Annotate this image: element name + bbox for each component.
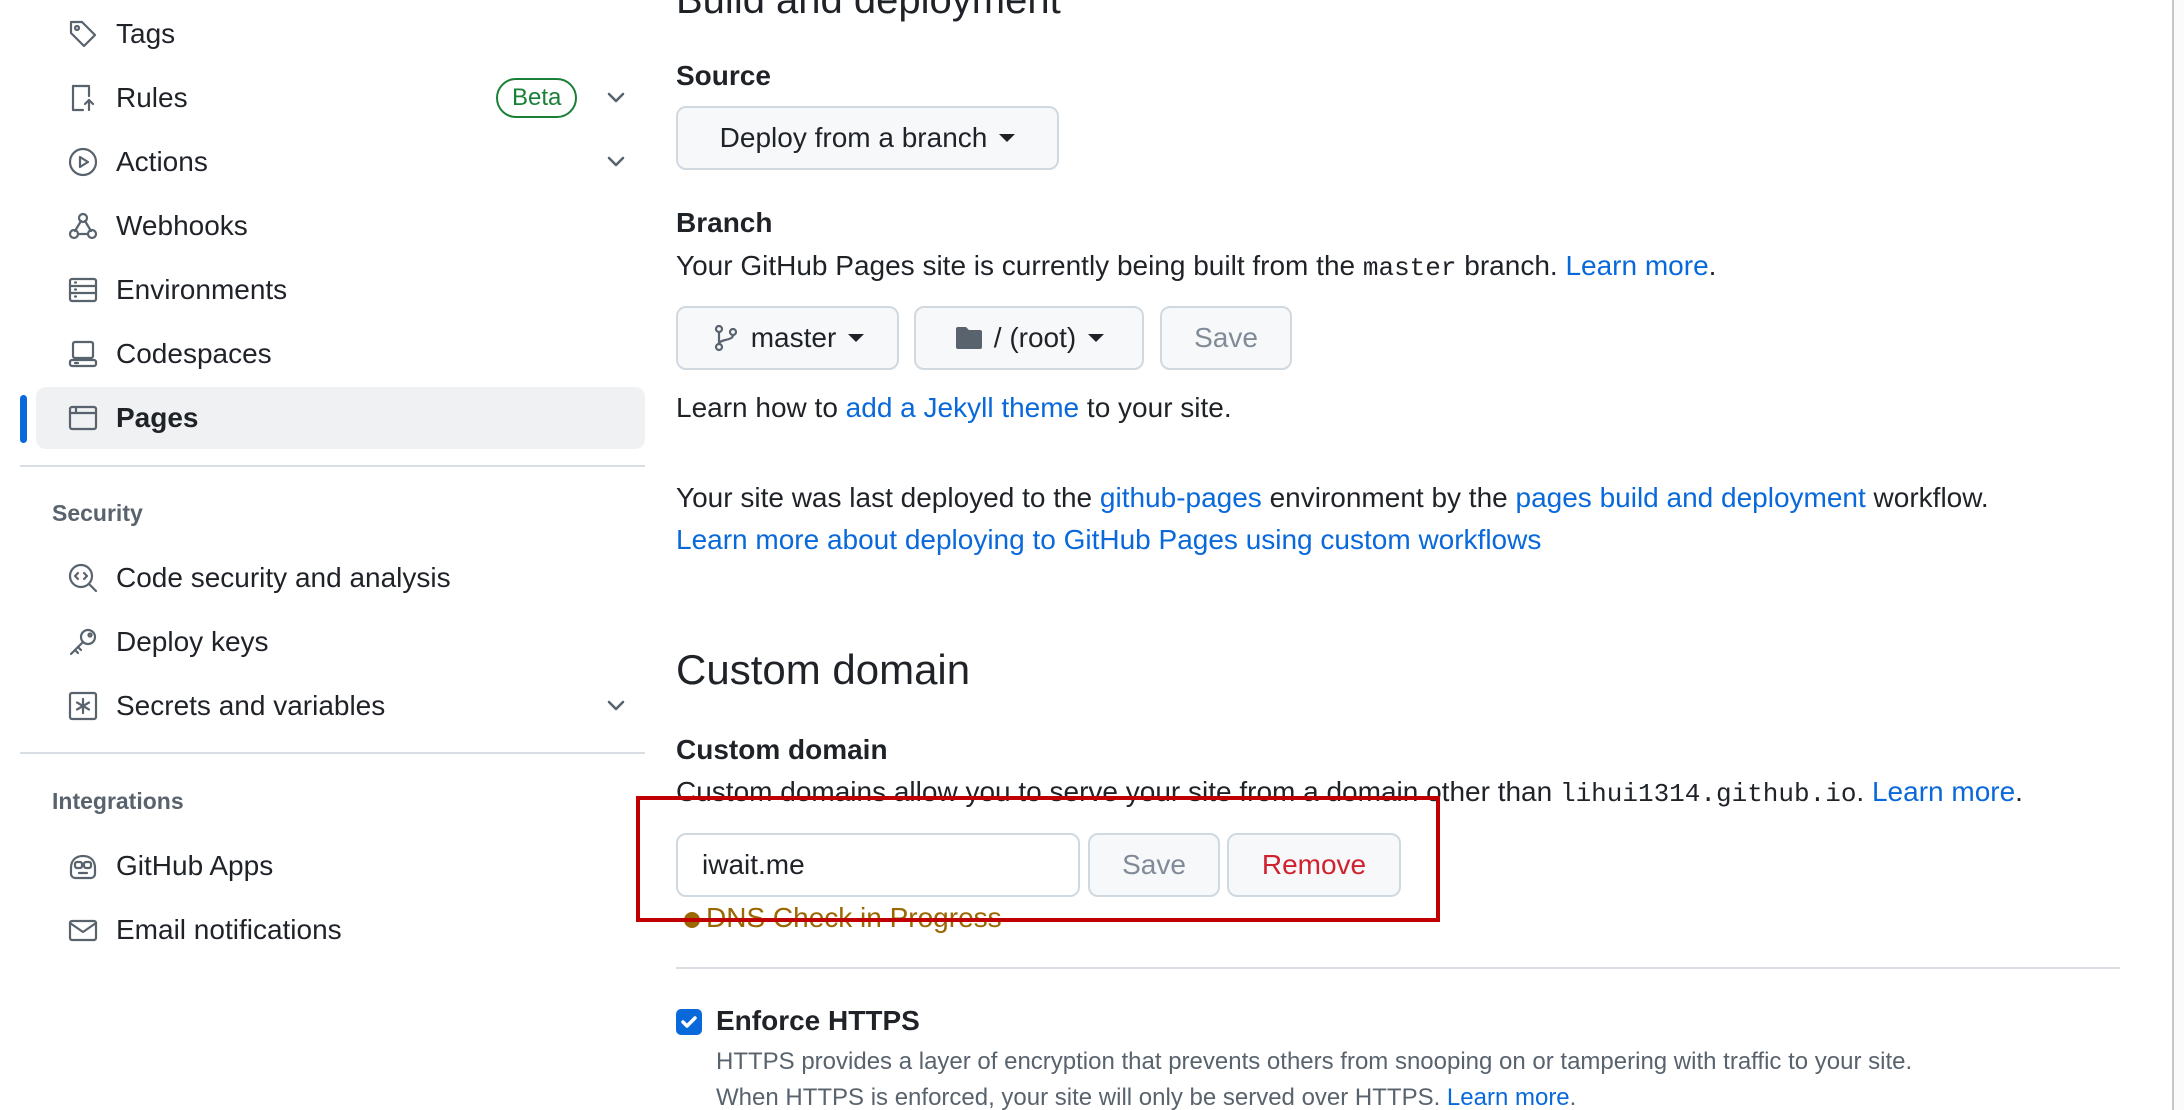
mail-icon bbox=[66, 913, 100, 947]
deploy-info: Your site was last deployed to the githu… bbox=[676, 482, 1989, 514]
chevron-down-icon[interactable] bbox=[601, 691, 631, 721]
branch-code: master bbox=[1362, 253, 1457, 283]
sidebar-item-label: Environments bbox=[116, 274, 288, 305]
sidebar-item-label: GitHub Apps bbox=[116, 850, 274, 881]
folder-select-button[interactable]: / (root) bbox=[914, 306, 1144, 370]
chevron-down-icon[interactable] bbox=[601, 147, 631, 177]
tag-icon bbox=[66, 17, 100, 51]
https-description-text: When HTTPS is enforced, your site will o… bbox=[716, 1084, 1447, 1110]
caret-down-icon bbox=[1088, 334, 1105, 342]
annotation-highlight-box bbox=[636, 796, 1440, 922]
checkmark-icon bbox=[681, 1016, 697, 1028]
sidebar-item-deploy-keys[interactable]: Deploy keys bbox=[36, 611, 645, 673]
domain-code: lihui1314.github.io bbox=[1559, 779, 1857, 809]
https-description-line1: HTTPS provides a layer of encryption tha… bbox=[716, 1048, 1913, 1075]
sidebar-item-label: Deploy keys bbox=[116, 626, 269, 657]
section-title-security: Security bbox=[52, 500, 143, 526]
sidebar-item-tags[interactable]: Tags bbox=[36, 3, 645, 65]
codespaces-icon bbox=[66, 337, 100, 371]
chevron-down-icon[interactable] bbox=[601, 83, 631, 113]
sidebar-item-rules[interactable]: Rules Beta bbox=[36, 67, 645, 129]
source-label: Source bbox=[676, 60, 771, 91]
folder-icon bbox=[955, 327, 982, 349]
copilot-app-icon bbox=[66, 849, 100, 883]
period: . bbox=[1708, 250, 1717, 281]
custom-domain-description-text: . bbox=[1856, 776, 1872, 807]
sidebar-item-codespaces[interactable]: Codespaces bbox=[36, 323, 645, 385]
workflow-link[interactable]: pages build and deployment bbox=[1516, 482, 1866, 513]
custom-domain-heading: Custom domain bbox=[676, 646, 971, 693]
enforce-https-checkbox[interactable] bbox=[676, 1009, 702, 1035]
period: . bbox=[1569, 1084, 1577, 1110]
asterisk-icon bbox=[66, 689, 100, 723]
sidebar-item-secrets[interactable]: Secrets and variables bbox=[36, 675, 645, 737]
sidebar-item-webhooks[interactable]: Webhooks bbox=[36, 195, 645, 257]
deploy-info-text: workflow. bbox=[1865, 482, 1989, 513]
key-icon bbox=[66, 625, 100, 659]
active-indicator bbox=[20, 395, 27, 443]
git-branch-icon bbox=[714, 324, 737, 352]
rules-icon bbox=[66, 81, 100, 115]
divider bbox=[676, 967, 2120, 969]
sidebar-item-label: Secrets and variables bbox=[116, 690, 386, 721]
sidebar-item-label: Rules bbox=[116, 82, 188, 113]
branch-label: Branch bbox=[676, 207, 773, 238]
divider bbox=[20, 465, 645, 467]
jekyll-text: Learn how to add a Jekyll theme to your … bbox=[676, 392, 1232, 424]
https-learn-more-link[interactable]: Learn more bbox=[1447, 1084, 1570, 1110]
sidebar-item-label: Email notifications bbox=[116, 914, 342, 945]
github-pages-env-link[interactable]: github-pages bbox=[1100, 482, 1262, 513]
custom-domain-learn-more-link[interactable]: Learn more bbox=[1872, 776, 2015, 807]
browser-icon bbox=[66, 401, 100, 435]
deploy-info-text: Your site was last deployed to the bbox=[676, 482, 1100, 513]
jekyll-text-prefix: Learn how to bbox=[676, 392, 846, 423]
sidebar-item-label: Code security and analysis bbox=[116, 562, 451, 593]
section-title-integrations: Integrations bbox=[52, 788, 184, 814]
branch-save-button[interactable]: Save bbox=[1160, 306, 1292, 370]
sidebar-item-code-security[interactable]: Code security and analysis bbox=[36, 547, 645, 609]
sidebar-item-label: Codespaces bbox=[116, 338, 272, 369]
jekyll-theme-link[interactable]: add a Jekyll theme bbox=[846, 392, 1079, 423]
pages-settings-main: Build and deployment Source Deploy from … bbox=[676, 0, 2120, 1110]
scrollbar[interactable] bbox=[2172, 0, 2184, 1110]
caret-down-icon bbox=[848, 334, 865, 342]
source-dropdown[interactable]: Deploy from a branch bbox=[676, 106, 1059, 170]
sidebar-item-label: Tags bbox=[116, 18, 176, 49]
https-description-line2: When HTTPS is enforced, your site will o… bbox=[716, 1084, 1576, 1110]
build-deployment-heading: Build and deployment bbox=[676, 0, 1061, 22]
deploy-info-text: environment by the bbox=[1261, 482, 1516, 513]
custom-workflows-link[interactable]: Learn more about deploying to GitHub Pag… bbox=[676, 524, 1541, 556]
codescan-icon bbox=[66, 561, 100, 595]
enforce-https-label[interactable]: Enforce HTTPS bbox=[716, 1005, 920, 1037]
branch-select-value: master bbox=[750, 322, 837, 353]
sidebar-item-actions[interactable]: Actions bbox=[36, 131, 645, 193]
sidebar-item-label: Webhooks bbox=[116, 210, 248, 241]
sidebar-item-environments[interactable]: Environments bbox=[36, 259, 645, 321]
folder-select-value: / (root) bbox=[993, 322, 1077, 353]
server-icon bbox=[66, 273, 100, 307]
settings-sidebar: Tags Rules Beta Actions Webhooks Environ… bbox=[20, 0, 645, 1110]
branch-learn-more-link[interactable]: Learn more bbox=[1565, 250, 1708, 281]
custom-domain-label: Custom domain bbox=[676, 734, 888, 765]
sidebar-item-pages[interactable]: Pages bbox=[36, 387, 645, 449]
sidebar-item-label: Pages bbox=[116, 402, 199, 433]
branch-description-text: Your GitHub Pages site is currently bein… bbox=[676, 250, 1363, 281]
divider bbox=[20, 752, 645, 754]
webhook-icon bbox=[66, 209, 100, 243]
caret-down-icon bbox=[999, 134, 1016, 142]
beta-badge: Beta bbox=[496, 78, 578, 118]
branch-description-text: branch. bbox=[1456, 250, 1566, 281]
branch-description: Your GitHub Pages site is currently bein… bbox=[676, 250, 1716, 283]
source-dropdown-value: Deploy from a branch bbox=[719, 122, 988, 153]
branch-select-button[interactable]: master bbox=[676, 306, 899, 370]
play-circle-icon bbox=[66, 145, 100, 179]
sidebar-item-github-apps[interactable]: GitHub Apps bbox=[36, 835, 645, 897]
sidebar-item-label: Actions bbox=[116, 146, 208, 177]
jekyll-text-suffix: to your site. bbox=[1079, 392, 1232, 423]
period: . bbox=[2015, 776, 2023, 807]
sidebar-item-email-notifications[interactable]: Email notifications bbox=[36, 899, 645, 961]
